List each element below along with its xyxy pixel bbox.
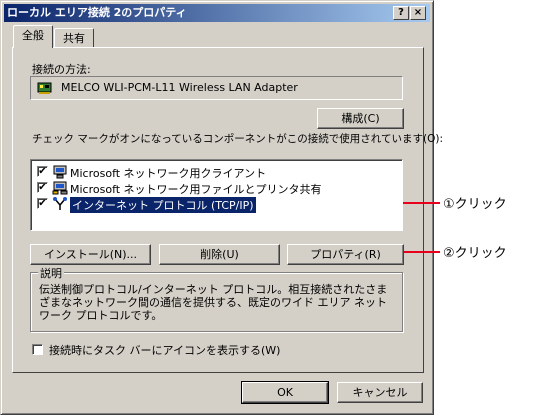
- description-text: 伝送制御プロトコル/インターネット プロトコル。相互接続されたさまざまなネットワ…: [39, 283, 388, 322]
- list-item[interactable]: ✔ インターネット プロトコル (TCP/IP): [34, 196, 394, 214]
- component-label-selected: インターネット プロトコル (TCP/IP): [69, 196, 257, 214]
- adapter-name: MELCO WLI-PCM-L11 Wireless LAN Adapter: [61, 81, 298, 94]
- list-item[interactable]: ✔ Microsoft ネットワーク用ファイルとプリンタ共有: [34, 180, 394, 196]
- configure-button[interactable]: 構成(C): [317, 108, 404, 129]
- cancel-button[interactable]: キャンセル: [337, 382, 423, 403]
- component-checkbox[interactable]: ✔: [37, 182, 48, 193]
- uninstall-button[interactable]: 削除(U): [159, 244, 280, 265]
- component-checkbox[interactable]: ✔: [37, 166, 48, 177]
- properties-dialog: ローカル エリア接続 2のプロパティ ? × 全般 共有 接続の方法: MELC…: [0, 0, 443, 415]
- component-checkbox[interactable]: ✔: [37, 198, 48, 209]
- ok-button[interactable]: OK: [241, 381, 329, 404]
- help-button[interactable]: ?: [393, 6, 409, 20]
- components-label: チェック マークがオンになっているコンポーネントがこの接続で使用されています(O…: [32, 133, 443, 145]
- title-bar: ローカル エリア接続 2のプロパティ ? ×: [4, 4, 430, 22]
- component-label: Microsoft ネットワーク用クライアント: [70, 167, 267, 180]
- taskbar-icon-label: 接続時にタスク バーにアイコンを表示する(W): [49, 344, 281, 357]
- connect-using-label: 接続の方法:: [32, 63, 91, 76]
- file-printer-share-icon: [52, 181, 68, 195]
- list-item[interactable]: ✔ Microsoft ネットワーク用クライアント: [34, 164, 394, 180]
- tab-sharing[interactable]: 共有: [54, 28, 94, 48]
- network-card-icon: [37, 82, 52, 94]
- tab-general[interactable]: 全般: [13, 25, 53, 48]
- adapter-field: MELCO WLI-PCM-L11 Wireless LAN Adapter: [30, 76, 403, 100]
- components-list[interactable]: ✔ Microsoft ネットワーク用クライアント ✔ Microsoft ネッ…: [30, 159, 403, 231]
- properties-button[interactable]: プロパティ(R): [287, 244, 404, 265]
- network-client-icon: [53, 165, 67, 179]
- description-title: 説明: [38, 265, 64, 281]
- taskbar-icon-checkbox[interactable]: [32, 344, 43, 355]
- callout-step-1: ①クリック: [443, 197, 507, 212]
- protocol-icon: [53, 197, 67, 210]
- callout-step-2: ②クリック: [443, 246, 507, 261]
- close-button[interactable]: ×: [410, 6, 426, 20]
- window-title: ローカル エリア接続 2のプロパティ: [7, 6, 187, 19]
- install-button[interactable]: インストール(N)...: [30, 244, 151, 265]
- component-label: Microsoft ネットワーク用ファイルとプリンタ共有: [70, 183, 322, 196]
